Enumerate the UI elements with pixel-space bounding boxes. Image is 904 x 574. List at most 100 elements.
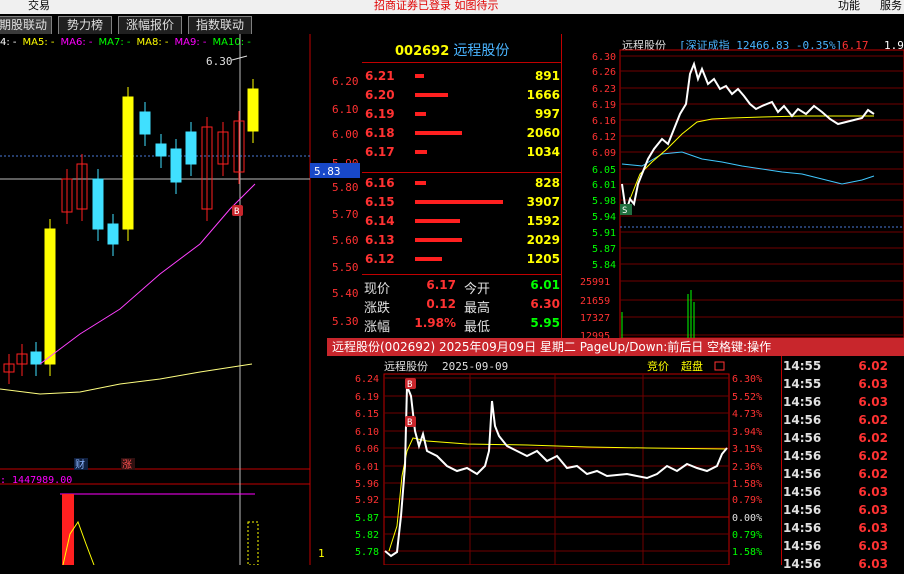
order-volume: 2029 bbox=[526, 233, 560, 247]
tick-price: 6.03 bbox=[858, 557, 888, 571]
tab-futures-link[interactable]: 期股联动 bbox=[0, 16, 52, 34]
intraday-price-axis-label: 6.23 bbox=[592, 84, 616, 95]
order-price: 6.18 bbox=[365, 126, 395, 140]
order-book-row-bids[interactable]: 6.15 3907 bbox=[362, 193, 560, 212]
quote-value: 6.01 bbox=[530, 278, 560, 292]
finance-marker[interactable]: 财 bbox=[75, 458, 85, 471]
quote-label: 最低 bbox=[464, 320, 491, 335]
kline-price-axis-label: 5.80 bbox=[332, 181, 359, 194]
order-volume-bar bbox=[415, 131, 462, 135]
login-notice: 招商证券已登录 如图待示 bbox=[374, 0, 499, 12]
intraday-volume-axis-label: 25991 bbox=[580, 277, 610, 288]
tick-price: 6.03 bbox=[858, 377, 888, 391]
order-book-row-asks[interactable]: 6.17 1034 bbox=[362, 143, 560, 162]
kline-price-axis-label: 6.00 bbox=[332, 128, 359, 141]
kline-candle bbox=[92, 178, 104, 230]
order-volume: 1205 bbox=[526, 252, 560, 266]
stock-code: 002692 bbox=[395, 44, 450, 59]
super-toggle[interactable]: 超盘 bbox=[681, 359, 703, 373]
popup-price-axis-label: 5.78 bbox=[355, 547, 379, 558]
popup-price-axis-label: 5.96 bbox=[355, 479, 379, 490]
order-volume-bar bbox=[415, 238, 462, 242]
order-price: 6.16 bbox=[365, 176, 395, 190]
intraday-volume-axis-label: 12995 bbox=[580, 331, 610, 338]
trade-menu[interactable]: 交易 bbox=[28, 0, 50, 13]
bid-toggle[interactable]: 竞价 bbox=[647, 359, 669, 373]
intraday-price-axis-label: 6.26 bbox=[592, 67, 616, 78]
tick-time: 14:55 bbox=[783, 377, 822, 391]
order-volume: 1034 bbox=[526, 145, 560, 159]
intraday-price-axis-label: 6.30 bbox=[592, 52, 616, 63]
tick-time: 14:56 bbox=[783, 467, 822, 481]
peak-price-label: 6.30 bbox=[206, 55, 233, 68]
intraday-price-axis-label: 5.87 bbox=[592, 244, 616, 255]
popup-price-axis-label: 5.92 bbox=[355, 495, 379, 506]
order-volume-bar bbox=[415, 112, 426, 116]
rise-marker[interactable]: 涨 bbox=[122, 459, 132, 471]
function-menu[interactable]: 功能 bbox=[838, 0, 860, 13]
kline-candle bbox=[139, 111, 151, 135]
order-book-row-asks[interactable]: 6.18 2060 bbox=[362, 124, 560, 143]
tick-row: 14:56 6.02 bbox=[783, 412, 904, 430]
order-book-row-bids[interactable]: 6.13 2029 bbox=[362, 231, 560, 250]
kline-price-axis-label: 5.50 bbox=[332, 261, 359, 274]
order-price: 6.17 bbox=[365, 145, 395, 159]
popup-pct-axis-label: 0.00% bbox=[732, 513, 762, 524]
kline-candle bbox=[247, 88, 259, 132]
popup-pct-axis-label: 3.94% bbox=[732, 427, 762, 438]
intraday-price-axis-label: 6.16 bbox=[592, 116, 616, 127]
quote-value: 0.12 bbox=[426, 297, 456, 311]
tick-price: 6.02 bbox=[858, 449, 888, 463]
tick-row: 14:56 6.03 bbox=[783, 484, 904, 502]
service-menu[interactable]: 服务 bbox=[880, 0, 902, 13]
popup-pct-axis-label: 1.58% bbox=[732, 547, 762, 558]
order-volume-bar bbox=[415, 219, 460, 223]
order-volume: 1592 bbox=[526, 214, 560, 228]
order-book-row-asks[interactable]: 6.20 1666 bbox=[362, 86, 560, 105]
order-book-row-asks[interactable]: 6.19 997 bbox=[362, 105, 560, 124]
popup-price-axis-label: 6.19 bbox=[355, 392, 379, 403]
intraday-price-axis-label: 6.09 bbox=[592, 148, 616, 159]
tab-index-link[interactable]: 指数联动 bbox=[188, 16, 252, 34]
tab-gain-quote[interactable]: 涨幅报价 bbox=[118, 16, 182, 34]
intraday-price-axis-label: 6.05 bbox=[592, 165, 616, 176]
crosshair-price-label: 5.83 bbox=[314, 165, 341, 178]
quote-value: 1.98% bbox=[414, 316, 456, 330]
kline-chart-svg[interactable]: 6.206.106.005.905.805.705.605.505.405.30… bbox=[0, 34, 362, 565]
kline-candle bbox=[122, 96, 134, 230]
order-volume-bar bbox=[415, 150, 427, 154]
tick-time: 14:56 bbox=[783, 431, 822, 445]
popup-chart-svg[interactable]: 远程股份 2025-09-09 竞价 超盘 6.24 6.30% 6.19 5.52%… bbox=[327, 356, 783, 565]
order-book-row-asks[interactable]: 6.21 891 bbox=[362, 67, 560, 86]
tab-power-rank[interactable]: 势力榜 bbox=[58, 16, 112, 34]
order-price: 6.12 bbox=[365, 252, 395, 266]
popup-stock-name: 远程股份 bbox=[384, 360, 428, 373]
kline-price-axis-label: 6.10 bbox=[332, 103, 359, 116]
tick-row: 14:56 6.02 bbox=[783, 430, 904, 448]
popup-pct-axis-label: 1.58% bbox=[732, 479, 762, 490]
kline-candle bbox=[44, 228, 56, 365]
volume-label: : 1447989.00 bbox=[0, 475, 72, 486]
buy-marker-kline: B bbox=[234, 207, 239, 217]
quote-info-row: 涨跌 0.12 最高 6.30 bbox=[362, 296, 560, 316]
intraday-price-axis-label: 5.94 bbox=[592, 212, 616, 223]
sell-marker: S bbox=[622, 206, 627, 216]
tick-time: 14:56 bbox=[783, 557, 822, 571]
popup-title-bar[interactable]: 远程股份(002692) 2025年09月09日 星期二 PageUp/Down… bbox=[327, 338, 904, 356]
view-tabs: 期股联动 势力榜 涨幅报价 指数联动 bbox=[0, 14, 904, 34]
tick-time: 14:56 bbox=[783, 449, 822, 463]
intraday-chart-svg[interactable]: 远程股份 [深证成指 12466.83 -0.35%] 6.17 1.98 6.… bbox=[562, 34, 904, 338]
top-menu-bar: 交易 招商证券已登录 如图待示 功能 服务 bbox=[0, 0, 904, 14]
order-book-row-bids[interactable]: 6.16 828 bbox=[362, 174, 560, 193]
popup-pct-axis-label: 4.73% bbox=[732, 409, 762, 420]
popup-price-axis-label: 6.01 bbox=[355, 462, 379, 473]
tick-price: 6.03 bbox=[858, 485, 888, 499]
order-price: 6.13 bbox=[365, 233, 395, 247]
kline-candle bbox=[107, 223, 119, 245]
tick-row: 14:56 6.02 bbox=[783, 466, 904, 484]
order-book-row-bids[interactable]: 6.12 1205 bbox=[362, 250, 560, 269]
popup-price-axis-label: 5.82 bbox=[355, 530, 379, 541]
intraday-price-axis-label: 5.84 bbox=[592, 260, 616, 271]
order-volume-bar bbox=[415, 93, 448, 97]
order-book-row-bids[interactable]: 6.14 1592 bbox=[362, 212, 560, 231]
